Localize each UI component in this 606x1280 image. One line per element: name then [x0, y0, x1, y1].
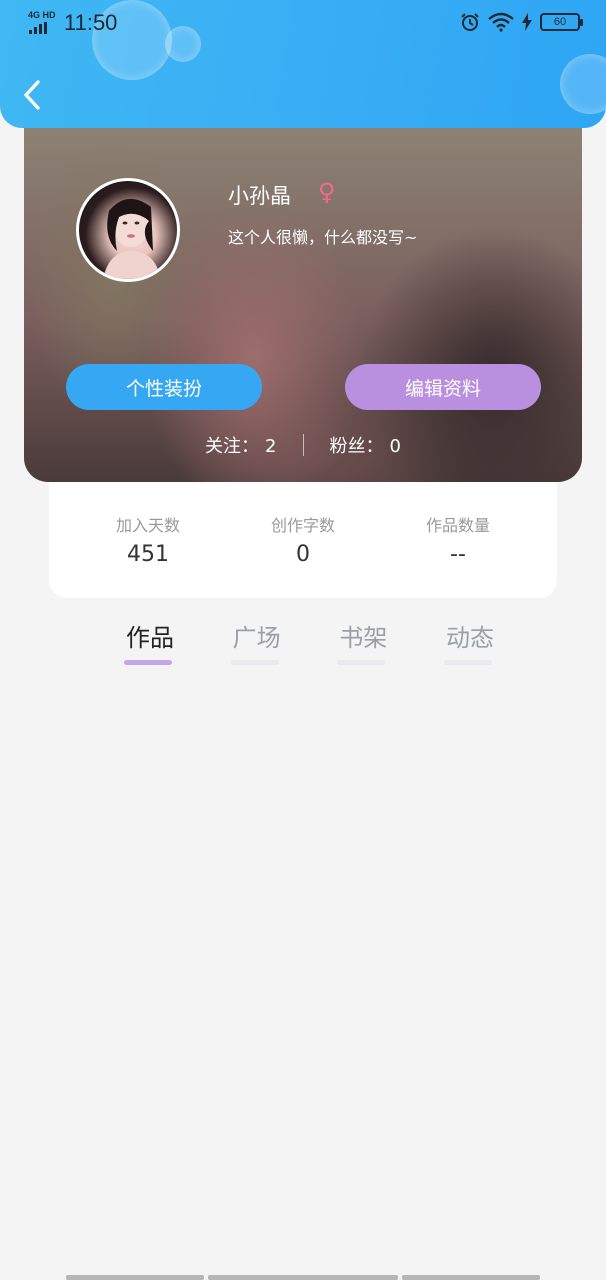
user-bio: 这个人很懒，什么都没写~	[228, 228, 418, 247]
tab-square[interactable]: 广场	[227, 618, 287, 668]
avatar-portrait-icon	[103, 198, 161, 279]
stats-panel: 加入天数 451 创作字数 0 作品数量 --	[49, 482, 557, 598]
following-label: 关注：	[205, 436, 260, 457]
follow-stats: 关注： 2 粉丝： 0	[24, 432, 582, 458]
tab-bookshelf[interactable]: 书架	[333, 618, 393, 668]
profile-card: 小孙晶 ♀ 这个人很懒，什么都没写~ 个性装扮 编辑资料 关注： 2 粉丝： 0	[24, 118, 582, 482]
top-header: 4G HD 11:50 60	[0, 0, 606, 128]
status-time: 11:50	[64, 10, 118, 35]
tab-label: 广场	[232, 624, 281, 652]
fans-label: 粉丝：	[329, 436, 384, 457]
battery-level: 60	[553, 16, 567, 28]
tab-indicator	[124, 660, 172, 665]
cellular-signal-icon: 4G HD	[28, 10, 56, 34]
content-tabs: 作品 广场 书架 动态	[120, 618, 500, 668]
personal-dress-button[interactable]: 个性装扮	[66, 364, 262, 410]
following-link[interactable]: 关注： 2	[205, 432, 276, 458]
tab-indicator	[230, 660, 279, 665]
tab-works[interactable]: 作品	[120, 618, 180, 668]
stat-label: 加入天数	[115, 516, 180, 535]
stat-works-count: 作品数量 --	[403, 512, 513, 598]
bubble-decoration	[560, 54, 606, 114]
stat-word-count: 创作字数 0	[248, 512, 358, 598]
wifi-icon	[488, 12, 514, 32]
edit-profile-button[interactable]: 编辑资料	[345, 364, 541, 410]
stat-label: 作品数量	[425, 516, 490, 535]
stat-join-days: 加入天数 451	[93, 512, 203, 598]
charging-icon	[522, 13, 532, 31]
fans-count: 0	[389, 436, 401, 457]
battery-icon: 60	[540, 13, 583, 31]
tab-indicator	[337, 660, 386, 665]
back-arrow-icon[interactable]	[20, 78, 46, 112]
divider	[302, 434, 304, 456]
status-bar: 4G HD 11:50 60	[0, 0, 606, 48]
tab-activity[interactable]: 动态	[440, 618, 500, 668]
stat-label: 创作字数	[270, 516, 335, 535]
tab-label: 动态	[445, 624, 494, 652]
network-type: 4G HD	[28, 10, 56, 20]
stat-value: --	[450, 542, 466, 567]
following-count: 2	[265, 436, 277, 457]
gesture-nav-bar[interactable]	[66, 1275, 540, 1280]
fans-link[interactable]: 粉丝： 0	[330, 432, 401, 458]
username: 小孙晶	[228, 184, 291, 208]
tab-label: 作品	[126, 624, 174, 652]
tab-indicator	[443, 660, 492, 665]
tab-label: 书架	[339, 624, 388, 652]
alarm-icon	[461, 13, 479, 31]
stat-value: 451	[127, 542, 169, 567]
stat-value: 0	[296, 542, 310, 567]
avatar[interactable]	[76, 178, 180, 282]
female-gender-icon: ♀	[318, 178, 336, 206]
